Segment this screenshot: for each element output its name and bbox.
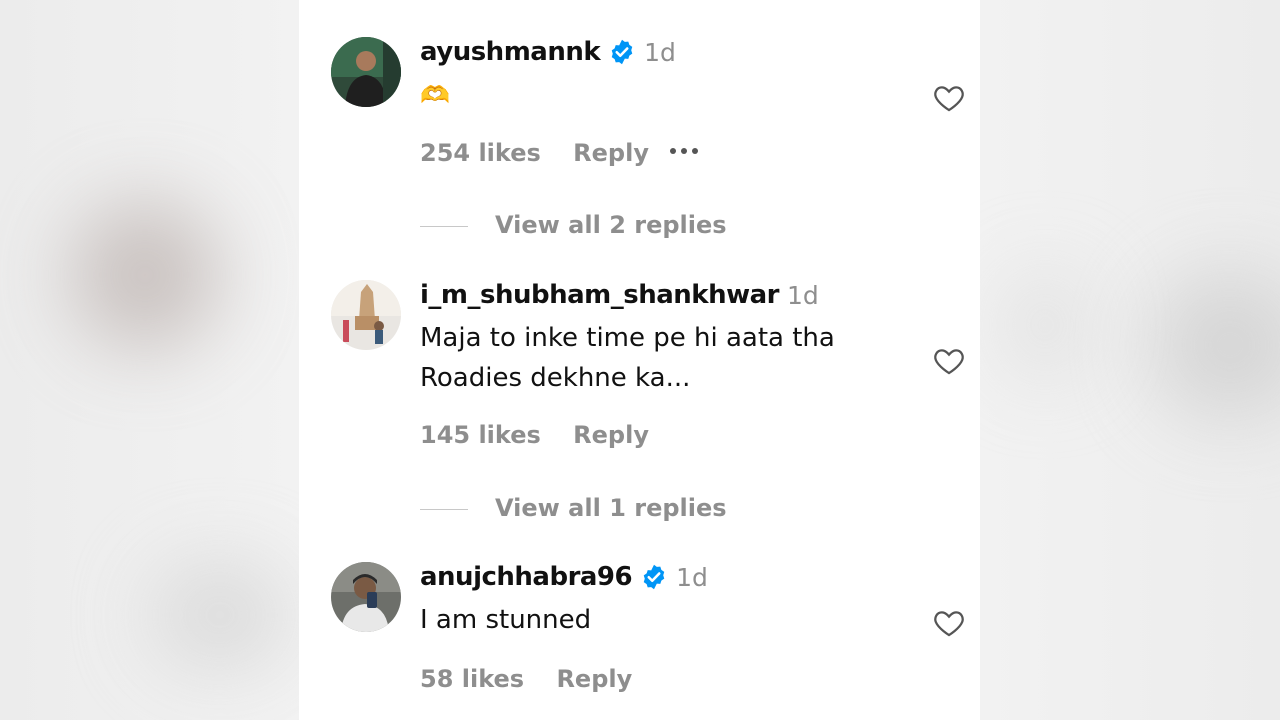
reply-button[interactable]: Reply (556, 665, 632, 693)
comment-time: 1d (786, 280, 819, 310)
comment-text: Maja to inke time pe hi aata tha Roadies… (420, 318, 835, 398)
more-horizontal-icon[interactable] (667, 143, 707, 163)
comment-text: 🫶 (420, 75, 450, 115)
reply-button[interactable]: Reply (573, 139, 649, 167)
comment-actions: 254 likes Reply (420, 139, 649, 167)
view-replies-button[interactable]: View all 1 replies (420, 494, 740, 524)
comment-time: 1d (676, 562, 708, 592)
comments-panel: ayushmannk 1d 🫶 254 likes Reply View all… (299, 0, 980, 720)
likes-count[interactable]: 58 likes (420, 665, 524, 693)
comment-actions: 58 likes Reply (420, 665, 632, 693)
comment-header: i_m_shubham_shankhwar 1d (420, 280, 819, 310)
comment-text: I am stunned (420, 600, 591, 640)
avatar[interactable] (331, 280, 401, 350)
comment-header: anujchhabra96 1d (420, 562, 708, 592)
avatar[interactable] (331, 562, 401, 632)
divider (420, 509, 468, 510)
likes-count[interactable]: 145 likes (420, 421, 541, 449)
divider (420, 226, 468, 227)
comment-text-line: 🫶 (420, 81, 450, 109)
heart-outline-icon[interactable] (931, 81, 967, 115)
heart-outline-icon[interactable] (931, 344, 967, 378)
username[interactable]: anujchhabra96 (420, 562, 633, 592)
likes-count[interactable]: 254 likes (420, 139, 541, 167)
background-blur-shape (1150, 270, 1280, 420)
background-blur-shape (1000, 270, 1090, 380)
view-replies-label[interactable]: View all 1 replies (495, 494, 727, 522)
comment-text-line: I am stunned (420, 605, 592, 635)
view-replies-label[interactable]: View all 2 replies (495, 211, 727, 239)
username[interactable]: i_m_shubham_shankhwar (420, 280, 779, 310)
verified-badge-icon (643, 564, 665, 590)
comment-text-line: Roadies dekhne ka... (420, 363, 691, 393)
comment-header: ayushmannk 1d (420, 37, 676, 67)
reply-button[interactable]: Reply (573, 421, 649, 449)
avatar[interactable] (331, 37, 401, 107)
background-blur-shape (70, 200, 220, 350)
heart-outline-icon[interactable] (931, 606, 967, 640)
comment-actions: 145 likes Reply (420, 421, 649, 449)
username[interactable]: ayushmannk (420, 37, 601, 67)
comment-time: 1d (644, 37, 676, 67)
verified-badge-icon (611, 39, 633, 65)
background-blur-shape (150, 560, 290, 670)
view-replies-button[interactable]: View all 2 replies (420, 211, 740, 241)
comment-text-line: Maja to inke time pe hi aata tha (420, 323, 835, 353)
